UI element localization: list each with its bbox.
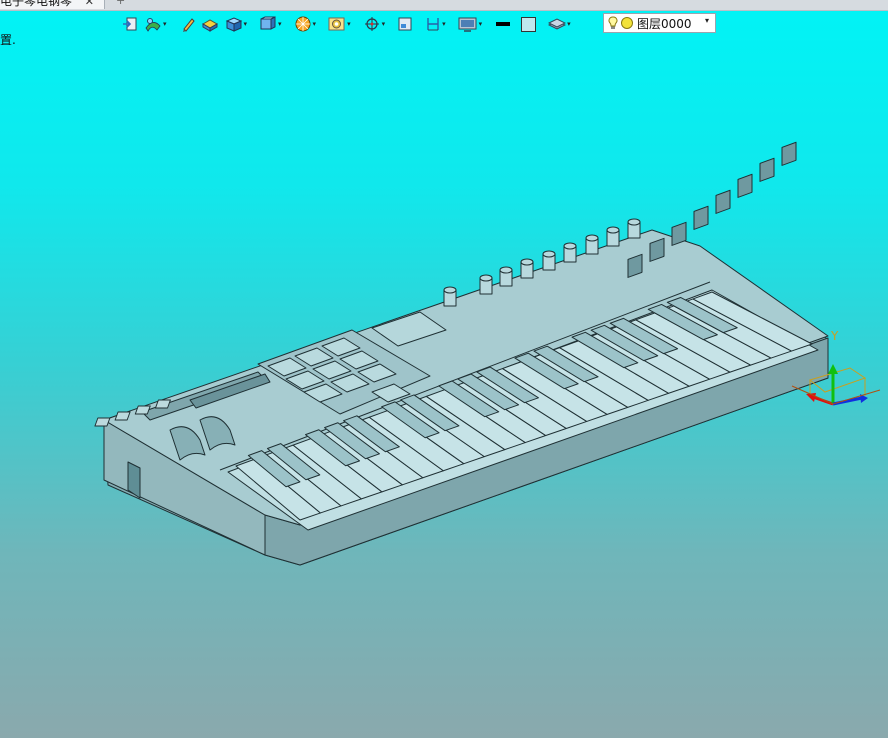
document-tab[interactable]: 电子琴电钢琴 ✕ [0, 0, 105, 9]
knob [479, 274, 493, 295]
caret-icon: ▾ [163, 20, 167, 28]
layer-manager-button[interactable]: ▾ [546, 13, 573, 35]
view-cube-button[interactable]: ▾ [257, 13, 284, 35]
surface-button[interactable]: ▾ [142, 13, 169, 35]
knob [443, 286, 457, 307]
fader [781, 141, 797, 166]
midi-keyboard-model [94, 141, 829, 566]
fader [693, 205, 709, 230]
layer-color-icon[interactable] [620, 16, 634, 30]
edit-pen-button[interactable] [179, 13, 197, 35]
face-icon [201, 19, 218, 32]
knob [542, 250, 556, 271]
knob [627, 218, 641, 239]
edit-pen-icon [182, 18, 195, 32]
fit-view-icon [328, 17, 345, 31]
fader [737, 173, 753, 198]
line-color-button[interactable] [492, 13, 514, 35]
dropdown-caret-icon[interactable]: ▾ [705, 16, 709, 25]
caret-icon: ▾ [478, 20, 483, 28]
knob [499, 266, 513, 287]
exit-sketch-button[interactable] [120, 13, 140, 35]
render-style-icon [295, 16, 311, 32]
orient-axis-icon [364, 17, 379, 31]
fit-view-button[interactable]: ▾ [326, 13, 353, 35]
caret-icon: ▾ [347, 20, 351, 28]
panel-button [134, 405, 151, 415]
display-settings-button[interactable]: ▾ [456, 13, 485, 35]
layer-status-icons [608, 16, 634, 30]
panel-button [154, 399, 171, 409]
surface-icon [145, 18, 161, 32]
layer-selector[interactable]: 图层0000 ▾ [603, 13, 716, 33]
new-tab-button[interactable]: + [116, 0, 125, 7]
render-style-button[interactable]: ▾ [292, 13, 319, 35]
fill-color-icon [521, 17, 537, 32]
knob [585, 234, 599, 255]
face-button[interactable] [199, 13, 221, 35]
lightbulb-icon[interactable] [608, 16, 618, 30]
caret-icon: ▾ [381, 20, 386, 28]
fill-color-button[interactable] [518, 13, 540, 35]
caret-icon: ▾ [243, 20, 248, 28]
fader [715, 189, 731, 214]
exit-sketch-icon [123, 17, 137, 31]
view-cube-icon [260, 16, 276, 30]
axis-y-label: Y [830, 329, 839, 343]
caret-icon: ▾ [312, 20, 317, 28]
solid-box-icon [225, 17, 242, 32]
fader [759, 157, 775, 182]
knob [606, 226, 620, 247]
caret-icon: ▾ [442, 20, 446, 28]
axis-extra-line [791, 385, 834, 405]
document-tab-title: 电子琴电钢琴 [0, 0, 73, 8]
axis-extra-line [832, 389, 881, 405]
knob [520, 258, 534, 279]
axis-y-arrow [828, 364, 838, 374]
panel-button [114, 411, 131, 421]
window-icon [398, 17, 412, 31]
orient-axis-button[interactable]: ▾ [361, 13, 388, 35]
section-button[interactable]: ▾ [423, 13, 448, 35]
caret-icon: ▾ [567, 20, 571, 28]
document-tabbar: 电子琴电钢琴 ✕ + [0, 0, 888, 11]
line-color-icon [496, 22, 511, 26]
solid-box-button[interactable]: ▾ [223, 13, 250, 35]
layer-name: 图层0000 [637, 16, 692, 31]
window-button[interactable] [395, 13, 415, 35]
display-settings-icon [458, 17, 477, 32]
layer-manager-icon [548, 18, 567, 30]
close-tab-icon[interactable]: ✕ [85, 0, 94, 9]
3d-viewport[interactable]: Y [0, 36, 888, 738]
section-icon [427, 18, 439, 31]
view-toolbar: ▾ ▾ ▾ ▾ ▾ ▾ ▾ ▾ ▾ [120, 13, 573, 35]
panel-button [94, 417, 111, 427]
knob [563, 242, 577, 263]
caret-icon: ▾ [278, 20, 282, 28]
